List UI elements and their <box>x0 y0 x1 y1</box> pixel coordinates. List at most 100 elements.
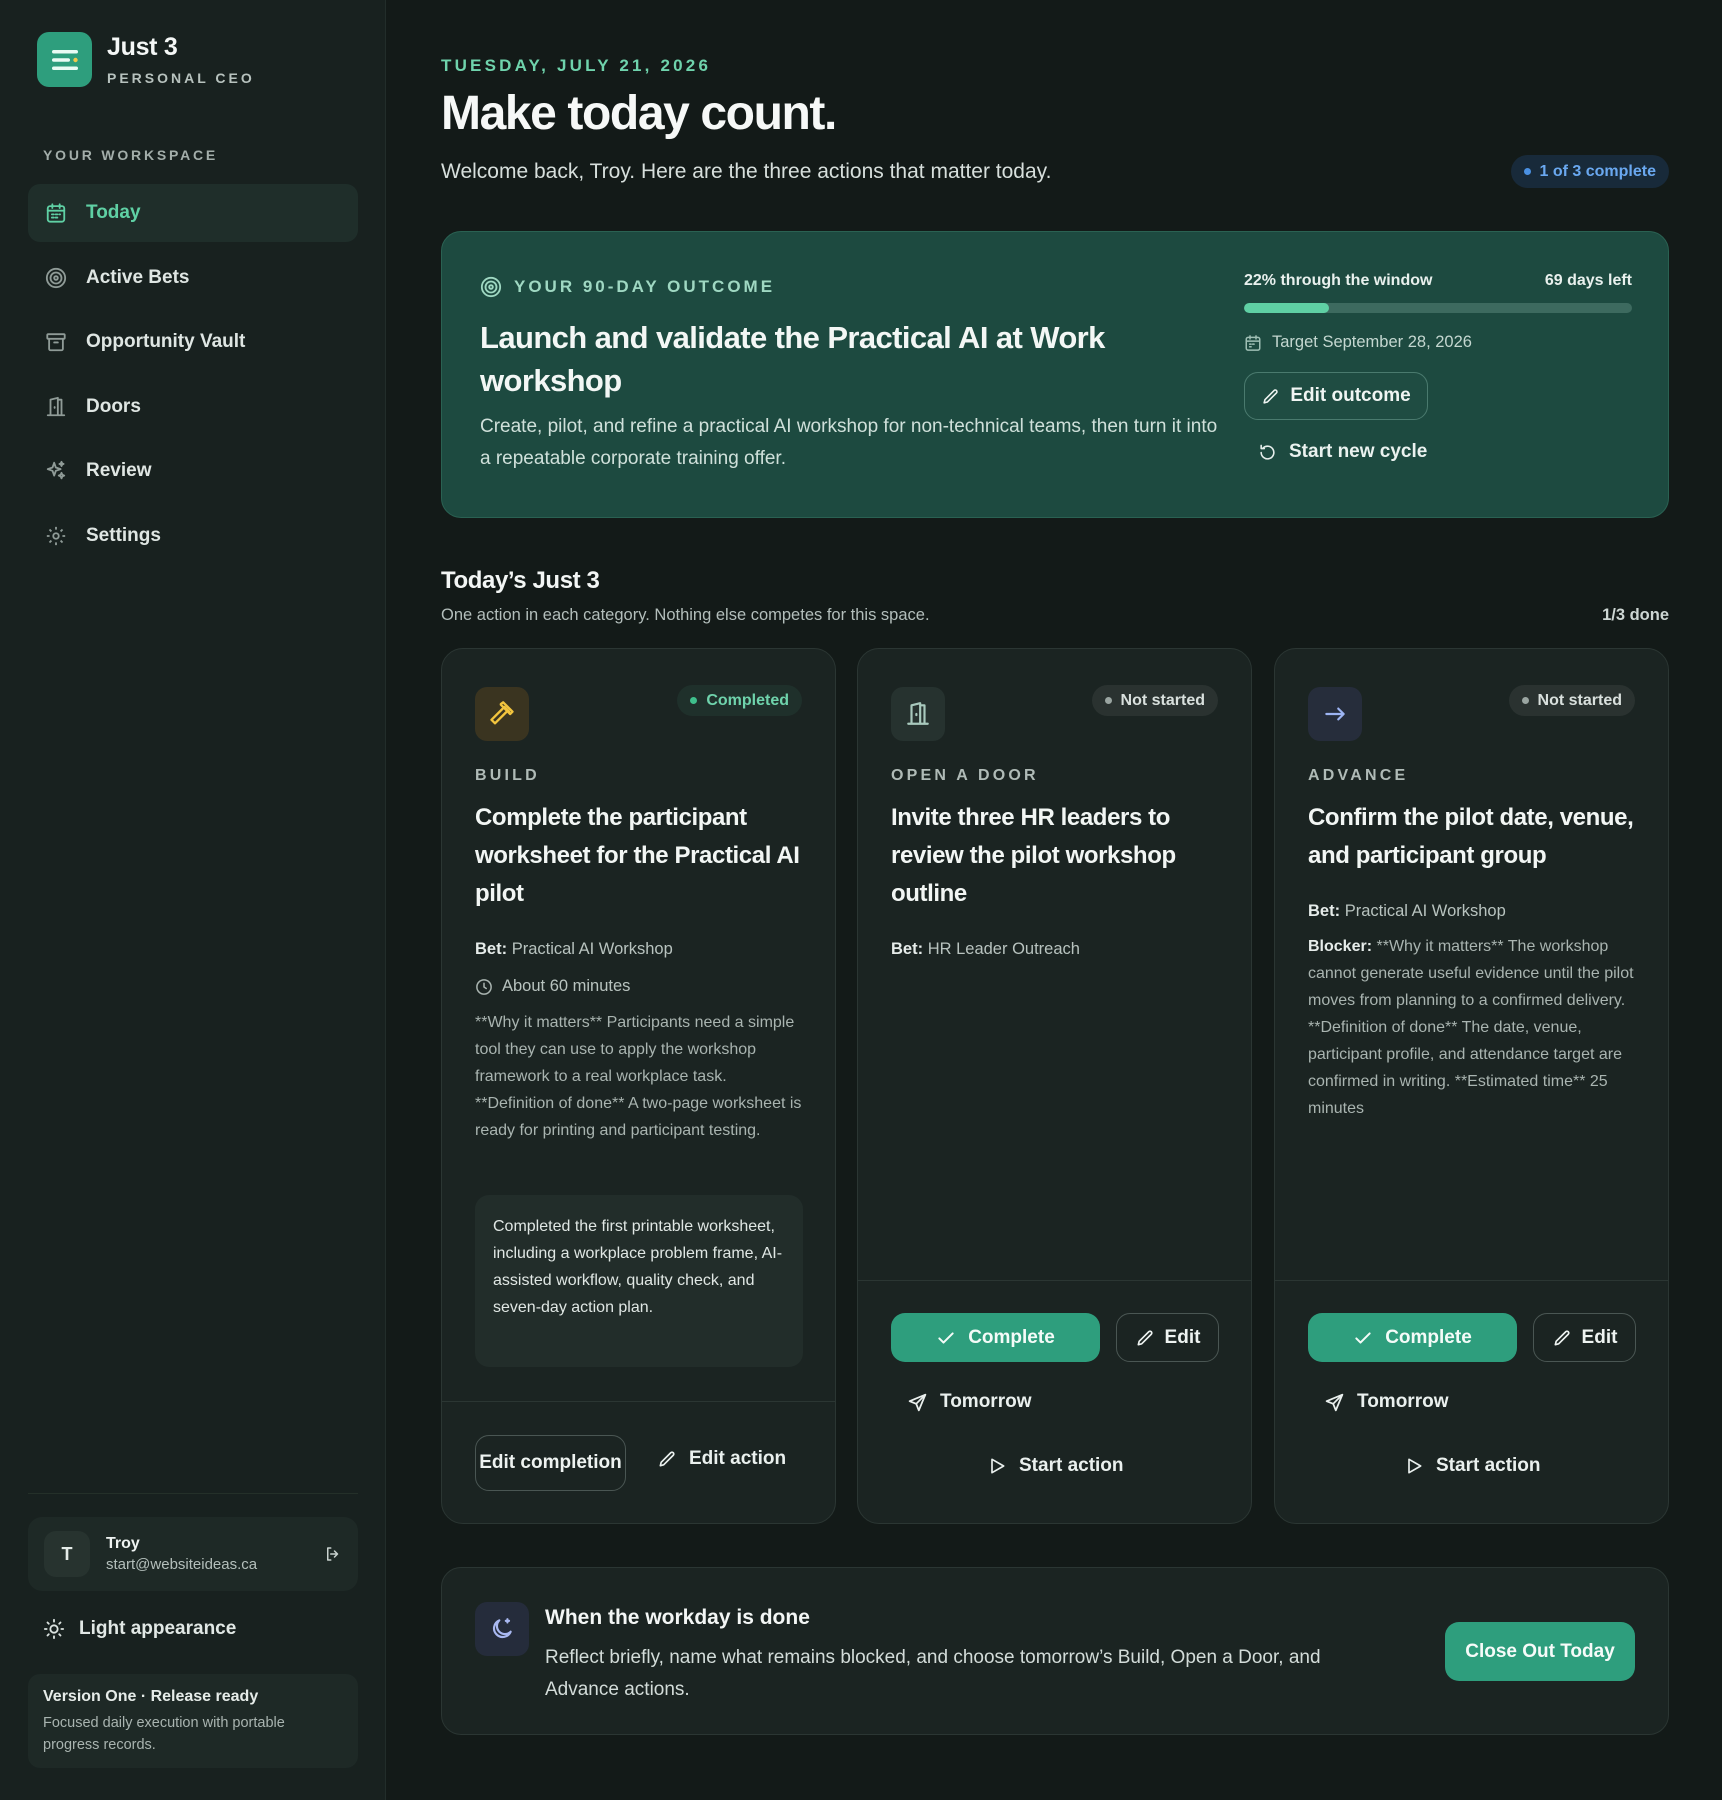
sidebar-item-label: Review <box>86 460 152 481</box>
avatar: T <box>44 1531 90 1577</box>
light-appearance-toggle[interactable]: Light appearance <box>43 1618 236 1640</box>
target-date-text: Target September 28, 2026 <box>1272 333 1472 351</box>
sign-out-icon[interactable] <box>324 1545 342 1563</box>
sidebar-item-settings[interactable]: Settings <box>28 507 358 565</box>
send-icon <box>907 1392 928 1413</box>
current-date: TUESDAY, JULY 21, 2026 <box>441 56 712 75</box>
outcome-description: Create, pilot, and refine a practical AI… <box>480 416 1218 469</box>
status-badge: Not started <box>1508 685 1635 716</box>
action-cards: Completed BUILD Complete the participant… <box>441 648 1669 1524</box>
bet-info: Bet: Practical AI Workshop <box>475 940 802 959</box>
arrow-right-icon <box>1308 687 1362 741</box>
action-card-build: Completed BUILD Complete the participant… <box>441 648 836 1524</box>
complete-button[interactable]: Complete <box>1308 1313 1517 1362</box>
outcome-card: YOUR 90-DAY OUTCOME Launch and validate … <box>441 231 1669 518</box>
outcome-label: YOUR 90-DAY OUTCOME <box>480 276 775 298</box>
completion-note: Completed the first printable worksheet,… <box>475 1195 803 1367</box>
hammer-icon <box>475 687 529 741</box>
welcome-text: Welcome back, Troy. Here are the three a… <box>441 160 1052 183</box>
days-left: 69 days left <box>1544 272 1632 289</box>
close-out-today-button[interactable]: Close Out Today <box>1445 1622 1635 1681</box>
calendar-icon <box>44 201 68 225</box>
gear-icon <box>44 524 68 548</box>
tomorrow-label: Tomorrow <box>1357 1391 1449 1412</box>
status-badge: Not started <box>1091 685 1218 716</box>
tomorrow-button[interactable]: Tomorrow <box>907 1391 1031 1413</box>
edit-action-button[interactable]: Edit action <box>657 1448 786 1470</box>
start-action-button[interactable]: Start action <box>1404 1455 1541 1477</box>
pencil-icon <box>1552 1328 1572 1348</box>
action-card-advance: Not started ADVANCE Confirm the pilot da… <box>1274 648 1669 1524</box>
check-icon <box>1353 1328 1373 1348</box>
bet-label: Bet: <box>891 940 924 958</box>
action-title: Confirm the pilot date, venue, and parti… <box>1308 804 1634 869</box>
sidebar-nav: Today Active Bets Opportunity Vault Door… <box>28 184 358 571</box>
edit-button[interactable]: Edit <box>1533 1313 1636 1362</box>
app-subtitle: PERSONAL CEO <box>107 70 255 86</box>
progress-bar <box>1244 303 1632 313</box>
user-name: Troy <box>106 1535 140 1552</box>
bet-value: HR Leader Outreach <box>927 940 1080 958</box>
bet-label: Bet: <box>1308 902 1341 920</box>
target-icon <box>480 276 502 298</box>
status-dot <box>1523 168 1531 175</box>
target-date: Target September 28, 2026 <box>1244 333 1632 352</box>
archive-icon <box>44 330 68 354</box>
progress-bar-fill <box>1244 303 1330 313</box>
complete-button[interactable]: Complete <box>891 1313 1100 1362</box>
version-title: Version One · Release ready <box>43 1688 259 1705</box>
edit-outcome-label: Edit outcome <box>1290 385 1411 406</box>
pencil-icon <box>657 1449 677 1469</box>
moon-icon <box>475 1602 529 1656</box>
refresh-icon <box>1258 443 1277 462</box>
status-label: Completed <box>706 691 789 709</box>
send-icon <box>1324 1392 1345 1413</box>
page-title: Make today count. <box>441 87 837 140</box>
outcome-label-text: YOUR 90-DAY OUTCOME <box>514 277 776 296</box>
calendar-icon <box>1244 334 1262 352</box>
sidebar-item-active-bets[interactable]: Active Bets <box>28 249 358 307</box>
sidebar-item-opportunity-vault[interactable]: Opportunity Vault <box>28 313 358 371</box>
edit-action-label: Edit action <box>689 1448 787 1469</box>
edit-outcome-button[interactable]: Edit outcome <box>1244 372 1428 420</box>
sidebar-item-doors[interactable]: Doors <box>28 378 358 436</box>
today-section-subtitle: One action in each category. Nothing els… <box>441 606 930 624</box>
app-logo-icon <box>37 32 92 87</box>
sidebar-item-review[interactable]: Review <box>28 442 358 500</box>
pencil-icon <box>1135 1328 1155 1348</box>
start-new-cycle-label: Start new cycle <box>1289 441 1428 462</box>
workspace-label: YOUR WORKSPACE <box>43 147 219 163</box>
bet-value: Practical AI Workshop <box>511 940 673 958</box>
card-divider <box>1275 1280 1668 1281</box>
edit-completion-button[interactable]: Edit completion <box>475 1435 626 1491</box>
pencil-icon <box>1261 387 1280 406</box>
clock-icon <box>475 978 493 996</box>
edit-label: Edit <box>1581 1326 1618 1348</box>
start-action-label: Start action <box>1436 1455 1541 1476</box>
tomorrow-button[interactable]: Tomorrow <box>1324 1391 1448 1413</box>
category-label: OPEN A DOOR <box>891 767 1039 784</box>
action-title: Invite three HR leaders to review the pi… <box>891 804 1176 907</box>
bet-label: Bet: <box>475 940 508 958</box>
play-icon <box>987 1456 1007 1476</box>
start-new-cycle-button[interactable]: Start new cycle <box>1244 432 1632 472</box>
closeout-title: When the workday is done <box>545 1606 810 1629</box>
sidebar-item-today[interactable]: Today <box>28 184 358 242</box>
sparkles-icon <box>44 459 68 483</box>
outcome-title: Launch and validate the Practical AI at … <box>480 320 1105 398</box>
brand[interactable]: Just 3 PERSONAL CEO <box>37 32 255 87</box>
edit-button[interactable]: Edit <box>1116 1313 1219 1362</box>
sidebar-divider <box>28 1493 358 1494</box>
sidebar-item-label: Doors <box>86 395 141 417</box>
version-card: Version One · Release ready Focused dail… <box>28 1674 358 1768</box>
sidebar-item-label: Settings <box>86 524 161 546</box>
door-icon <box>44 395 68 419</box>
today-section-title: Today’s Just 3 <box>441 567 600 594</box>
sun-icon <box>43 1618 65 1640</box>
start-action-label: Start action <box>1019 1455 1124 1476</box>
app-title: Just 3 <box>107 33 178 61</box>
closeout-text: Reflect briefly, name what remains block… <box>545 1647 1321 1700</box>
status-dot <box>1521 697 1529 704</box>
start-action-button[interactable]: Start action <box>987 1455 1124 1477</box>
progress-label: 22% through the window <box>1244 272 1433 289</box>
